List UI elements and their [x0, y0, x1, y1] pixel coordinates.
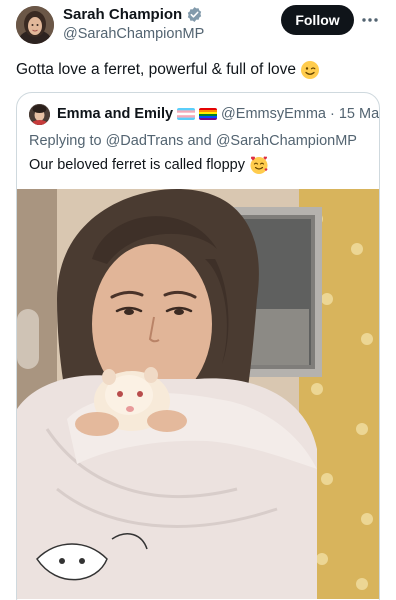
replying-to-prefix: Replying to: [29, 133, 102, 149]
winking-face-emoji-icon: [300, 60, 320, 80]
woman-holding-ferret-image: [17, 189, 379, 599]
quoted-author-avatar[interactable]: [29, 104, 50, 125]
quoted-tweet-date[interactable]: 15 Mar: [339, 106, 379, 122]
tweet-text: Gotta love a ferret, powerful & full of …: [16, 59, 384, 81]
date-separator: ·: [330, 106, 335, 122]
more-options-icon[interactable]: [360, 12, 380, 28]
quoted-tweet-text: Our beloved ferret is called floppy: [29, 155, 269, 175]
smiling-face-with-hearts-emoji-icon: [249, 155, 269, 175]
reply-mention-1[interactable]: @DadTrans: [106, 133, 184, 149]
quoted-tweet-body: Our beloved ferret is called floppy: [29, 157, 245, 173]
replying-to-line: Replying to @DadTrans and @SarahChampion…: [29, 133, 357, 149]
author-name-row: Sarah Champion: [63, 6, 203, 23]
quoted-author-handle[interactable]: @EmmsyEmma: [221, 106, 326, 122]
follow-button[interactable]: Follow: [281, 5, 354, 35]
author-name[interactable]: Sarah Champion: [63, 6, 182, 23]
quoted-tweet-card[interactable]: Emma and Emily @EmmsyEmma · 15 Mar Reply…: [16, 92, 380, 600]
reply-and: and: [187, 133, 212, 149]
author-avatar[interactable]: [16, 6, 54, 44]
verified-badge-icon[interactable]: [186, 6, 203, 23]
quoted-tweet-header: Emma and Emily @EmmsyEmma · 15 Mar: [57, 106, 379, 122]
quoted-author-name[interactable]: Emma and Emily: [57, 106, 173, 122]
author-handle[interactable]: @SarahChampionMP: [63, 26, 204, 42]
rainbow-flag-icon: [199, 108, 218, 120]
quoted-tweet-photo[interactable]: [17, 189, 379, 599]
reply-mention-2[interactable]: @SarahChampionMP: [216, 133, 357, 149]
tweet-body: Gotta love a ferret, powerful & full of …: [16, 61, 296, 78]
tweet: Sarah Champion @SarahChampionMP Follow G…: [0, 0, 396, 600]
transgender-flag-icon: [177, 108, 196, 120]
